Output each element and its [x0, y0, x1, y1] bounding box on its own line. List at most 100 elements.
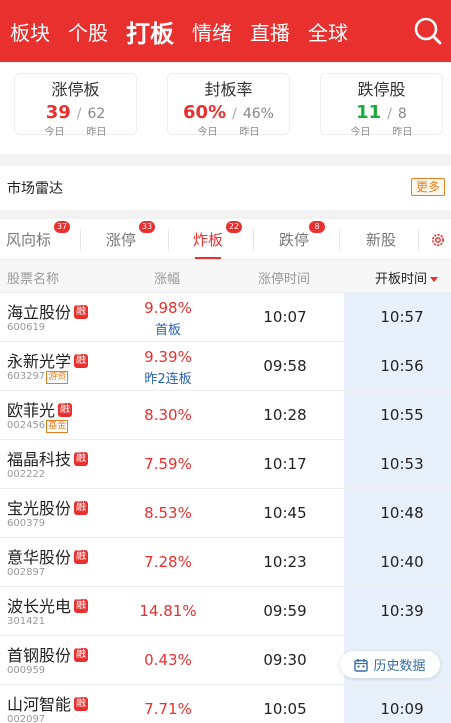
- stock-code: 002222: [7, 469, 45, 480]
- limit-up-time: 10:23: [263, 553, 307, 571]
- change-pct: 8.53%: [144, 504, 192, 522]
- margin-badge: 融: [74, 599, 89, 613]
- gear-icon[interactable]: [430, 232, 446, 248]
- nav-tab-global[interactable]: 全球: [308, 17, 348, 46]
- summary-panel: 涨停板 39 / 62 今日 昨日 封板率 60% / 46% 今日 昨日 跌停股 11 / 8…: [0, 62, 451, 154]
- seal-rate-today: 60%: [183, 102, 227, 123]
- card-title: 跌停股: [357, 80, 406, 99]
- header-open-time[interactable]: 开板时间: [375, 268, 439, 287]
- limit-up-time: 10:05: [263, 700, 307, 718]
- limit-up-time: 10:28: [263, 406, 307, 424]
- nav-tab-sentiment[interactable]: 情绪: [192, 17, 232, 46]
- stock-name-text: 山河智能: [7, 695, 72, 714]
- limit-up-today: 39: [45, 102, 71, 123]
- change-pct: 14.81%: [139, 602, 197, 620]
- change-pct: 9.39%: [144, 348, 192, 366]
- stock-code: 603297 游资: [7, 371, 69, 384]
- header-open-time-label: 开板时间: [375, 272, 428, 287]
- yesterday-label: 昨日: [239, 127, 260, 138]
- yesterday-label: 昨日: [86, 127, 107, 138]
- history-data-label: 历史数据: [373, 659, 426, 674]
- tab-wind-vane[interactable]: 风向标 37: [6, 221, 71, 250]
- nav-tab-live[interactable]: 直播: [250, 17, 290, 46]
- stock-code: 000959: [7, 665, 45, 676]
- table-row[interactable]: 欧菲光融 002456 基金 8.30% 10:28 10:55: [0, 391, 451, 440]
- separator: /: [76, 106, 82, 122]
- margin-badge: 融: [74, 550, 89, 564]
- tab-label: 风向标: [6, 231, 52, 249]
- nav-tab-limit-board[interactable]: 打板: [126, 14, 174, 49]
- margin-badge: 融: [74, 354, 89, 368]
- sort-desc-icon: [430, 277, 439, 282]
- change-pct: 9.98%: [144, 299, 192, 317]
- stock-name-text: 首钢股份: [7, 646, 72, 665]
- limit-up-time: 10:07: [263, 308, 307, 326]
- stock-code-text: 000959: [7, 665, 46, 676]
- tab-limit-down[interactable]: 跌停 8: [279, 221, 326, 250]
- margin-badge: 融: [74, 648, 89, 662]
- board-note: 昨2连板: [144, 372, 192, 387]
- tab-count-badge: 37: [54, 221, 71, 233]
- seal-rate-card[interactable]: 封板率 60% / 46% 今日 昨日: [167, 73, 290, 138]
- tab-label: 涨停: [106, 231, 137, 249]
- margin-badge: 融: [74, 452, 89, 466]
- more-button[interactable]: 更多: [410, 178, 445, 196]
- tab-new-stocks[interactable]: 新股: [366, 229, 396, 250]
- card-title: 涨停板: [51, 80, 100, 99]
- tab-divider: [253, 229, 254, 251]
- tab-broken-board[interactable]: 炸板 22: [193, 221, 243, 259]
- table-row[interactable]: 永新光学融 603297 游资 9.39% 昨2连板 09:58 10:56: [0, 342, 451, 391]
- limit-up-time: 09:30: [263, 651, 307, 669]
- table-row[interactable]: 海立股份融 600619 9.98% 首板 10:07 10:57: [0, 293, 451, 342]
- nav-tab-sector[interactable]: 板块: [10, 17, 50, 46]
- stock-code: 002897: [7, 567, 45, 578]
- table-row[interactable]: 山河智能融 002097 7.71% 10:05 10:09: [0, 685, 451, 723]
- table-row[interactable]: 波长光电融 301421 14.81% 09:59 10:39: [0, 587, 451, 636]
- stock-code: 600619: [7, 322, 45, 333]
- stock-name-text: 永新光学: [7, 352, 72, 371]
- stock-code: 600379: [7, 518, 45, 529]
- stock-code-text: 603297: [7, 371, 46, 382]
- limit-down-yesterday: 8: [397, 106, 407, 122]
- stock-code: 002456 基金: [7, 420, 69, 433]
- table-row[interactable]: 福晶科技融 002222 7.59% 10:17 10:53: [0, 440, 451, 489]
- margin-badge: 融: [58, 403, 73, 417]
- header-pct[interactable]: 涨幅: [154, 268, 180, 287]
- tab-divider: [418, 229, 419, 251]
- tab-count-badge: 8: [309, 221, 326, 233]
- search-icon[interactable]: [413, 16, 443, 46]
- stock-code: 301421: [7, 616, 45, 627]
- open-board-time: 10:09: [380, 700, 424, 718]
- history-data-button[interactable]: 历史数据: [340, 651, 440, 678]
- table-row[interactable]: 宝光股份融 600379 8.53% 10:45 10:48: [0, 489, 451, 538]
- header-name[interactable]: 股票名称: [7, 268, 59, 287]
- today-label: 今日: [44, 127, 65, 138]
- today-label: 今日: [197, 127, 218, 138]
- stock-name: 永新光学融: [7, 348, 89, 372]
- open-board-time: 10:48: [380, 504, 424, 522]
- table-row[interactable]: 意华股份融 002897 7.28% 10:23 10:40: [0, 538, 451, 587]
- change-pct: 7.71%: [144, 700, 192, 718]
- tab-count-badge: 22: [226, 221, 243, 233]
- limit-up-card[interactable]: 涨停板 39 / 62 今日 昨日: [14, 73, 137, 138]
- limit-up-yesterday: 62: [87, 106, 106, 122]
- stock-name-text: 欧菲光: [7, 401, 56, 420]
- stock-name: 首钢股份融: [7, 642, 89, 666]
- limit-up-time: 10:17: [263, 455, 307, 473]
- limit-up-time: 10:45: [263, 504, 307, 522]
- tab-limit-up[interactable]: 涨停 33: [106, 221, 156, 250]
- yesterday-label: 昨日: [392, 127, 413, 138]
- stock-code-text: 600619: [7, 322, 46, 333]
- open-board-time: 10:39: [380, 602, 424, 620]
- top-nav: 板块 个股 打板 情绪 直播 全球: [0, 0, 451, 62]
- nav-tab-stocks[interactable]: 个股: [68, 17, 108, 46]
- limit-down-card[interactable]: 跌停股 11 / 8 今日 昨日: [320, 73, 443, 138]
- stock-name-text: 海立股份: [7, 303, 72, 322]
- header-limit-time[interactable]: 涨停时间: [258, 268, 310, 287]
- stock-code-text: 002222: [7, 469, 46, 480]
- margin-badge: 融: [74, 697, 89, 711]
- stock-name-text: 意华股份: [7, 548, 72, 567]
- change-pct: 7.28%: [144, 553, 192, 571]
- tab-label: 跌停: [279, 231, 310, 249]
- open-board-time: 10:56: [380, 357, 424, 375]
